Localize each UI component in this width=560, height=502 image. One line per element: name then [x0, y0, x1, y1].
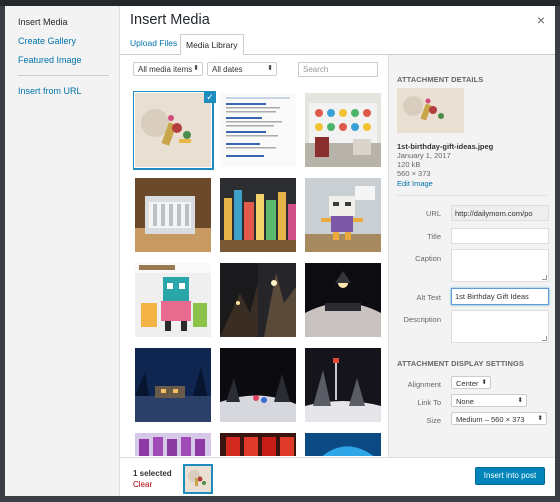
chevron-updown-icon: ⬍ [267, 65, 273, 72]
thumb-image-3-picture [305, 93, 381, 167]
attachment-details-heading: ATTACHMENT DETAILS [397, 75, 484, 84]
search-input[interactable]: Search [298, 62, 378, 77]
thumb-image-4[interactable] [135, 178, 211, 252]
media-menu: Insert Media Create Gallery Featured Ima… [5, 6, 120, 496]
selection-count: 1 selected [133, 469, 172, 478]
date-filter[interactable]: All dates ⬍ [207, 62, 277, 76]
divider [397, 195, 547, 196]
attachment-filesize: 120 kB [397, 160, 421, 169]
thumb-image-8-picture [220, 263, 296, 337]
alignment-label: Alignment [407, 380, 441, 389]
media-type-filter[interactable]: All media items ⬍ [133, 62, 203, 76]
selected-thumbnail[interactable] [183, 464, 213, 494]
thumb-image-5-picture [220, 178, 296, 252]
thumb-image-15[interactable] [305, 433, 381, 456]
thumb-image-11[interactable] [220, 348, 296, 422]
media-type-filter-value: All media items [138, 65, 193, 74]
media-toolbar: 1 selected Clear Insert into post [120, 457, 555, 496]
alignment-value: Center [456, 379, 479, 388]
checkmark-icon[interactable]: ✓ [204, 91, 216, 103]
thumb-image-13[interactable] [135, 433, 211, 456]
title-label: Title [427, 232, 441, 241]
alignment-select[interactable]: Center ⬍ [451, 376, 491, 389]
chevron-updown-icon: ⬍ [517, 397, 523, 404]
resize-grip-icon[interactable] [542, 275, 547, 280]
thumb-image-4-picture [135, 178, 211, 252]
title-field[interactable] [451, 228, 549, 244]
url-label: URL [425, 209, 441, 218]
alt-text-label: Alt Text [416, 293, 441, 302]
thumb-image-7-picture [135, 263, 211, 337]
attachment-dimensions: 560 × 373 [397, 169, 431, 178]
size-label: Size [426, 416, 441, 425]
tab-upload-files[interactable]: Upload Files [130, 38, 177, 48]
chevron-updown-icon: ⬍ [193, 65, 199, 72]
date-filter-value: All dates [212, 65, 243, 74]
attachment-preview-image [397, 88, 464, 133]
router-tabs: Upload Files Media Library [120, 34, 555, 55]
thumb-image-10-picture [135, 348, 211, 422]
caption-field[interactable] [451, 249, 549, 282]
thumb-image-13-picture [135, 433, 211, 456]
attachment-date: January 1, 2017 [397, 151, 451, 160]
media-frame: Insert Media × Upload Files Media Librar… [120, 6, 555, 496]
display-settings-heading: ATTACHMENT DISPLAY SETTINGS [397, 359, 525, 368]
thumb-image-6[interactable] [305, 178, 381, 252]
chevron-updown-icon: ⬍ [481, 379, 487, 386]
resize-grip-icon[interactable] [542, 336, 547, 341]
alt-text-field[interactable]: 1st Birthday Gift Ideas [451, 288, 549, 305]
thumb-image-12-picture [305, 348, 381, 422]
thumb-image-11-picture [220, 348, 296, 422]
thumb-image-7[interactable] [135, 263, 211, 337]
attachments-grid: ✓ [133, 91, 383, 456]
attachment-details-panel: ATTACHMENT DETAILS 1st-birthday-gift-ide… [388, 55, 555, 457]
insert-into-post-button[interactable]: Insert into post [475, 467, 545, 485]
thumb-image-2-picture [220, 93, 296, 167]
thumb-image-8[interactable] [220, 263, 296, 337]
clear-selection-link[interactable]: Clear [133, 480, 152, 489]
thumb-image-14[interactable] [220, 433, 296, 456]
thumb-image-5[interactable] [220, 178, 296, 252]
link-to-label: Link To [417, 398, 441, 407]
thumb-image-9[interactable] [305, 263, 381, 337]
attachment-filename: 1st-birthday-gift-ideas.jpeg [397, 142, 494, 151]
menu-item-create-gallery[interactable]: Create Gallery [5, 32, 119, 51]
description-label: Description [403, 315, 441, 324]
thumb-image-12[interactable] [305, 348, 381, 422]
menu-item-insert-from-url[interactable]: Insert from URL [5, 82, 119, 101]
size-value: Medium – 560 × 373 [456, 415, 525, 424]
menu-separator [18, 75, 109, 76]
edit-image-link[interactable]: Edit Image [397, 179, 433, 188]
thumb-image-1[interactable] [133, 91, 214, 170]
close-icon[interactable]: × [537, 12, 545, 28]
menu-item-insert-media[interactable]: Insert Media [5, 13, 119, 32]
size-select[interactable]: Medium – 560 × 373 ⬍ [451, 412, 547, 425]
thumb-image-1-picture [135, 93, 211, 167]
thumb-image-2[interactable] [220, 93, 296, 167]
thumb-image-15-picture [305, 433, 381, 456]
chevron-updown-icon: ⬍ [537, 415, 543, 422]
insert-media-modal: Insert Media Create Gallery Featured Ima… [5, 6, 555, 496]
thumb-image-3[interactable] [305, 93, 381, 167]
link-to-select[interactable]: None ⬍ [451, 394, 527, 407]
thumb-image-10[interactable] [135, 348, 211, 422]
tab-media-library[interactable]: Media Library [180, 34, 244, 55]
modal-title: Insert Media [130, 12, 210, 28]
thumb-image-14-picture [220, 433, 296, 456]
menu-item-featured-image[interactable]: Featured Image [5, 51, 119, 70]
url-field[interactable]: http://dailymom.com/po [451, 205, 549, 221]
caption-label: Caption [415, 254, 441, 263]
thumb-image-9-picture [305, 263, 381, 337]
link-to-value: None [456, 397, 474, 406]
thumb-image-6-picture [305, 178, 381, 252]
description-field[interactable] [451, 310, 549, 343]
